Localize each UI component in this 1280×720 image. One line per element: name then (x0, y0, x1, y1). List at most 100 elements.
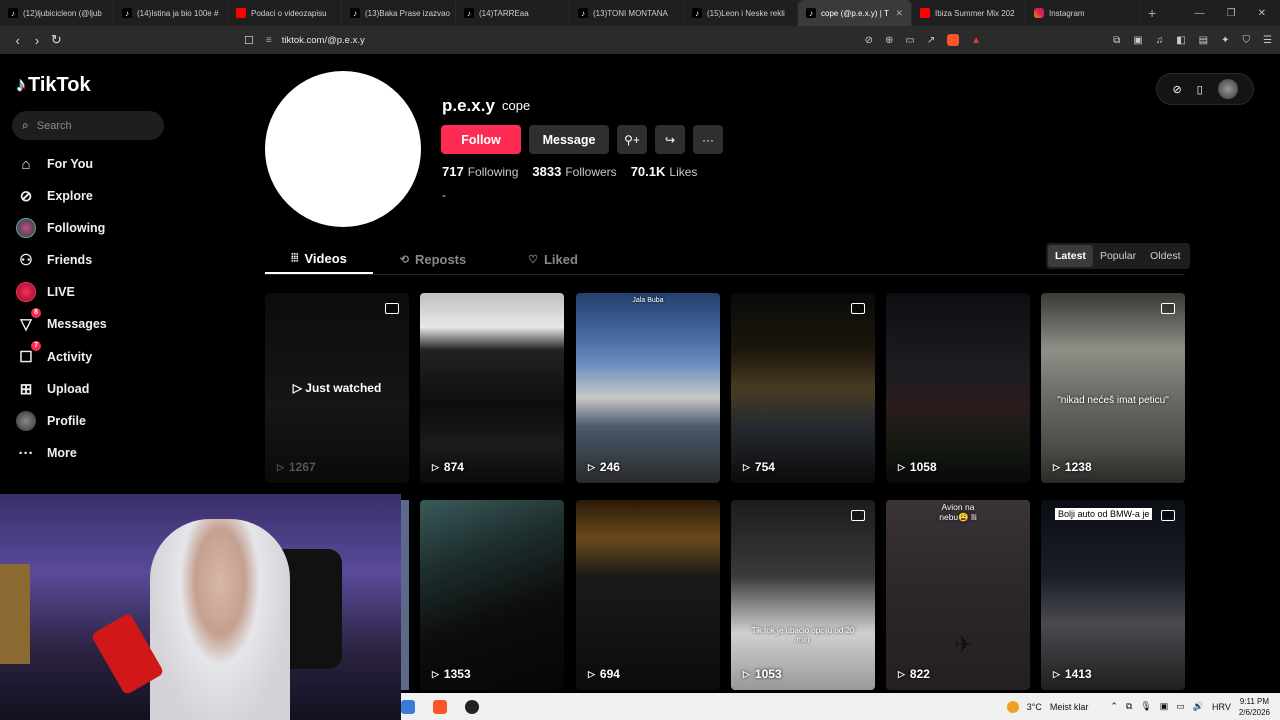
tray-icon[interactable]: ⧉ (1126, 701, 1132, 712)
more-options-button[interactable]: ··· (693, 125, 723, 154)
forward-icon[interactable]: › (27, 33, 46, 48)
display-icon[interactable]: ▣ (1160, 701, 1169, 712)
mic-icon[interactable]: 🎙 (1140, 701, 1151, 712)
brave-icon[interactable] (433, 699, 447, 714)
sidebar-item-following[interactable]: Following (16, 218, 105, 238)
view-count: ▷ 694 (588, 667, 620, 681)
browser-tab[interactable]: Podaci o videozapisu (228, 0, 342, 26)
sidebar-item-for-you[interactable]: ⌂ For You (16, 154, 93, 174)
browser-tab[interactable]: ♪ (15)Leon i Neske rekli (684, 0, 798, 26)
video-card[interactable]: ▷ 694 (576, 500, 720, 690)
sort-popular[interactable]: Popular (1093, 245, 1143, 267)
add-friend-button[interactable]: ⚲+ (617, 125, 647, 154)
address-bar[interactable]: ≡ tiktok.com/@p.e.x.y ⊘ ⊕ ▭ ↗ ▲ (265, 29, 982, 51)
share-icon[interactable]: ↗ (927, 35, 935, 46)
sidebar-icon[interactable]: ◧ (1176, 35, 1185, 46)
minimize-icon[interactable]: — (1195, 8, 1205, 19)
user-avatar[interactable] (1217, 79, 1238, 99)
sidebar-item-upload[interactable]: ⊞ Upload (16, 379, 90, 399)
tab-videos[interactable]: ⦙⦙⦙ Videos (265, 244, 373, 274)
video-card[interactable]: Bolji auto od BMW-a je ▷ 1413 (1041, 500, 1185, 690)
close-window-icon[interactable]: ✕ (1258, 8, 1266, 19)
tab-label: (14)TARREaa (479, 8, 529, 18)
tab-liked[interactable]: ♡ Liked (493, 244, 613, 274)
video-card[interactable]: Tik tok je ubacio opciju od 20 min ▷ 1053 (731, 500, 875, 690)
media-icon[interactable]: ♫ (1156, 35, 1164, 46)
brave-shields-icon[interactable] (947, 34, 960, 46)
tab-reposts[interactable]: ⟲ Reposts (373, 244, 493, 274)
browser-tab[interactable]: ♪ (13)Baka Prase izazvao (342, 0, 456, 26)
leo-ai-icon[interactable]: ✦ (1221, 35, 1229, 46)
message-button[interactable]: Message (529, 125, 609, 154)
sidebar-item-explore[interactable]: ⊘ Explore (16, 186, 93, 206)
live-icon (16, 282, 36, 302)
site-settings-icon[interactable]: ≡ (266, 35, 272, 46)
tray-chevron-icon[interactable]: ⌃ (1110, 701, 1118, 712)
friends-icon: ⚇ (19, 252, 33, 269)
play-icon: ▷ (588, 668, 595, 679)
search-input[interactable]: ⌕ Search (12, 111, 164, 140)
tiktok-favicon-icon: ♪ (8, 8, 18, 18)
following-stat[interactable]: 717 Following (442, 164, 518, 179)
volume-icon[interactable]: 🔊 (1193, 701, 1204, 712)
video-card[interactable]: Jala Buba ▷ 246 (576, 293, 720, 483)
browser-tab[interactable]: Ibiza Summer Mix 202 (912, 0, 1026, 26)
messages-badge: 8 (31, 308, 41, 318)
vpn-icon[interactable]: ⛉ (1243, 35, 1251, 46)
app-icon[interactable] (465, 699, 479, 714)
tiktok-logo[interactable]: ♪ TikTok (16, 74, 91, 97)
browser-tab-active[interactable]: ♪ cope (@p.e.x.y) | T ✕ (798, 0, 912, 26)
new-tab-icon[interactable]: + (1148, 5, 1156, 21)
browser-tab[interactable]: ♪ (14)Istina ja bio 100e # (114, 0, 228, 26)
camera-off-icon[interactable]: ⊘ (865, 35, 873, 46)
follow-button[interactable]: Follow (441, 125, 521, 154)
video-card-partial (401, 500, 409, 690)
browser-tab[interactable]: Instagram (1026, 0, 1140, 26)
clock[interactable]: 9:11 PM 2/6/2026 (1239, 696, 1270, 718)
compass-icon[interactable]: ⊘ (1172, 83, 1181, 96)
sidebar-item-profile[interactable]: Profile (16, 411, 86, 431)
app-icon[interactable] (401, 699, 415, 714)
upload-icon: ⊞ (19, 381, 33, 398)
close-tab-icon[interactable]: ✕ (895, 8, 903, 19)
browser-tab[interactable]: ♪ (13)TONI MONTANA (570, 0, 684, 26)
sidebar-item-activity[interactable]: ☐ 7 Activity (16, 341, 92, 367)
view-count: ▷ 822 (898, 667, 930, 681)
sort-oldest[interactable]: Oldest (1143, 245, 1187, 267)
instagram-favicon-icon (1034, 8, 1044, 18)
content-tabs: ⦙⦙⦙ Videos ⟲ Reposts ♡ Liked (265, 244, 613, 274)
browser-tab[interactable]: ♪ (14)TARREaa (456, 0, 570, 26)
video-card[interactable]: ▷ 1058 (886, 293, 1030, 483)
video-card[interactable]: ▷ 874 (420, 293, 564, 483)
video-card[interactable]: ▷ Just watched ▷ 1267 (265, 293, 409, 483)
cast-icon[interactable]: ▭ (905, 35, 914, 46)
browser-tab[interactable]: ♪ (12)ljubicicleon (@ljub (0, 0, 114, 26)
menu-icon[interactable]: ☰ (1263, 35, 1272, 46)
video-card[interactable]: ▷ 1353 (420, 500, 564, 690)
search-icon: ⌕ (22, 118, 29, 132)
video-card[interactable]: ▷ 754 (731, 293, 875, 483)
wallet-icon[interactable]: ▤ (1199, 35, 1208, 46)
share-button[interactable]: ↪ (655, 125, 685, 154)
sidebar-item-more[interactable]: ··· More (16, 443, 77, 463)
bookmark-icon[interactable]: ☐ (244, 34, 254, 47)
language-indicator[interactable]: HRV (1212, 702, 1231, 712)
back-icon[interactable]: ‹ (8, 33, 27, 48)
sidebar-item-messages[interactable]: ▽ 8 Messages (16, 308, 107, 334)
network-icon[interactable]: ▭ (1176, 701, 1185, 712)
followers-stat[interactable]: 3833 Followers (532, 164, 616, 179)
screenshot-icon[interactable]: ▣ (1133, 35, 1142, 46)
url-text: tiktok.com/@p.e.x.y (281, 34, 365, 46)
sort-latest[interactable]: Latest (1048, 245, 1093, 267)
restore-icon[interactable]: ❐ (1227, 8, 1236, 19)
sidebar-item-friends[interactable]: ⚇ Friends (16, 250, 92, 270)
phone-icon[interactable]: ▯ (1197, 83, 1203, 96)
sidebar-item-live[interactable]: LIVE (16, 282, 75, 302)
brave-rewards-icon[interactable]: ▲ (971, 35, 981, 46)
extensions-icon[interactable]: ⧉ (1113, 35, 1120, 46)
video-card[interactable]: "nikad nećeš imat peticu" ▷ 1238 (1041, 293, 1185, 483)
zoom-icon[interactable]: ⊕ (885, 35, 893, 46)
photo-mode-icon (1161, 510, 1175, 521)
reload-icon[interactable]: ↻ (47, 32, 66, 48)
video-card[interactable]: Avion na nebu😩 lli ✈ ▷ 822 (886, 500, 1030, 690)
